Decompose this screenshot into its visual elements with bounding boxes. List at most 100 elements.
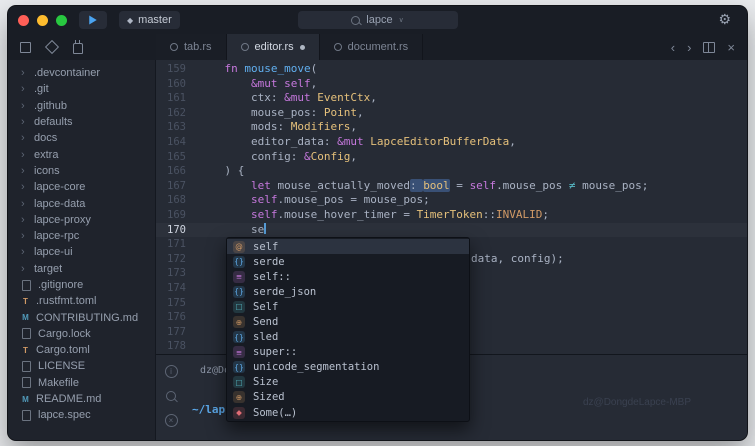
completion-item-Sized[interactable]: ⊕ Sized: [227, 390, 469, 405]
chevron-right-icon: ›: [21, 67, 25, 80]
tree-folder-lapce-core[interactable]: › lapce-core: [8, 179, 155, 195]
lapce-window: ◆ master lapce ∨ ⚙ tab.rs editor.rs docume…: [7, 5, 748, 441]
completion-label: unicode_segmentation: [253, 361, 380, 374]
code-line-168[interactable]: 168 self.mouse_pos = mouse_pos;: [156, 193, 747, 208]
completion-item-Send[interactable]: ⊕ Send: [227, 314, 469, 329]
tab-document.rs[interactable]: document.rs: [319, 34, 424, 60]
split-editor-button[interactable]: [703, 41, 716, 53]
tree-folder-icons[interactable]: › icons: [8, 163, 155, 179]
code-line-169[interactable]: 169 self.mouse_hover_timer = TimerToken:…: [156, 208, 747, 223]
tree-item-label: defaults: [34, 116, 73, 129]
completion-item-self[interactable]: @ self: [227, 239, 469, 255]
tree-file-Makefile[interactable]: Makefile: [8, 375, 155, 391]
navigate-forward-button[interactable]: ›: [687, 40, 691, 55]
tree-folder-lapce-ui[interactable]: › lapce-ui: [8, 244, 155, 260]
tree-folder-docs[interactable]: › docs: [8, 130, 155, 146]
line-number: 176: [167, 311, 186, 324]
completion-item-unicode_segmentation[interactable]: {} unicode_segmentation: [227, 360, 469, 375]
completion-item-super::[interactable]: ≡ super::: [227, 345, 469, 360]
tree-item-label: lapce-ui: [34, 246, 73, 259]
tree-folder-.git[interactable]: › .git: [8, 81, 155, 97]
completion-item-serde_json[interactable]: {} serde_json: [227, 284, 469, 299]
code-line-170[interactable]: 170 se: [156, 222, 747, 238]
tree-file-CONTRIBUTING.md[interactable]: M CONTRIBUTING.md: [8, 309, 155, 325]
line-content: mods: Modifiers,: [250, 120, 357, 134]
code-line-160[interactable]: 160 &mut self,: [156, 77, 747, 92]
tree-folder-lapce-data[interactable]: › lapce-data: [8, 195, 155, 211]
tree-folder-lapce-proxy[interactable]: › lapce-proxy: [8, 212, 155, 228]
completion-label: Size: [253, 376, 279, 389]
code-line-161[interactable]: 161 ctx: &mut EventCtx,: [156, 91, 747, 106]
code-line-167[interactable]: 167 let mouse_actually_moved: bool = sel…: [156, 178, 747, 194]
tree-folder-defaults[interactable]: › defaults: [8, 114, 155, 130]
completion-item-Some(…)[interactable]: ◆ Some(…): [227, 405, 469, 420]
tree-file-README.md[interactable]: M README.md: [8, 391, 155, 407]
line-number: 171: [167, 238, 186, 251]
tab-tab.rs[interactable]: tab.rs: [156, 34, 227, 60]
tree-file-LICENSE[interactable]: LICENSE: [8, 358, 155, 374]
tree-item-label: icons: [34, 164, 60, 177]
tree-folder-.github[interactable]: › .github: [8, 98, 155, 114]
app-logo-button[interactable]: [79, 11, 107, 29]
tree-folder-target[interactable]: › target: [8, 261, 155, 277]
file-explorer-icon[interactable]: [20, 38, 34, 53]
tree-folder-lapce-rpc[interactable]: › lapce-rpc: [8, 228, 155, 244]
toml-file-icon: T: [23, 296, 28, 306]
tree-file-.rustfmt.toml[interactable]: T .rustfmt.toml: [8, 293, 155, 309]
completion-item-serde[interactable]: {} serde: [227, 254, 469, 269]
settings-button[interactable]: ⚙: [712, 10, 737, 29]
tab-label: tab.rs: [184, 41, 212, 53]
tab-label: editor.rs: [254, 41, 294, 53]
code-line-166[interactable]: 166 ) {: [156, 164, 747, 179]
line-number: 174: [167, 281, 186, 294]
close-editor-button[interactable]: ×: [727, 40, 735, 55]
hostname-watermark: dz@DongdeLapce-MBP: [583, 396, 691, 408]
tree-item-label: .rustfmt.toml: [36, 295, 97, 308]
plugin-icon[interactable]: [73, 40, 83, 54]
tab-label: document.rs: [347, 41, 409, 53]
tree-file-Cargo.lock[interactable]: Cargo.lock: [8, 326, 155, 342]
navigate-back-button[interactable]: ‹: [671, 40, 675, 55]
source-control-icon[interactable]: [44, 39, 60, 55]
chevron-right-icon: ›: [21, 230, 25, 243]
tree-item-label: README.md: [36, 393, 102, 406]
tab-editor.rs[interactable]: editor.rs: [226, 34, 320, 60]
tree-file-.gitignore[interactable]: .gitignore: [8, 277, 155, 293]
chevron-right-icon: ›: [21, 99, 25, 112]
zoom-window-button[interactable]: [56, 14, 67, 26]
code-line-163[interactable]: 163 mods: Modifiers,: [156, 120, 747, 135]
completion-item-sled[interactable]: {} sled: [227, 330, 469, 345]
close-circle-icon[interactable]: ×: [164, 413, 178, 427]
completion-item-Size[interactable]: □ Size: [227, 375, 469, 390]
info-circle-icon[interactable]: i: [164, 364, 178, 378]
tree-file-Cargo.toml[interactable]: T Cargo.toml: [8, 342, 155, 358]
tree-item-label: lapce-rpc: [34, 230, 80, 243]
line-content: fn mouse_move(: [224, 62, 318, 75]
completion-label: Sized: [253, 391, 285, 404]
completion-item-self::[interactable]: ≡ self::: [227, 269, 469, 284]
line-number: 173: [167, 267, 186, 280]
branch-button[interactable]: ◆ master: [119, 11, 180, 29]
completion-item-Self[interactable]: □ Self: [227, 299, 469, 314]
tree-folder-extra[interactable]: › extra: [8, 146, 155, 162]
code-line-162[interactable]: 162 mouse_pos: Point,: [156, 106, 747, 121]
tab-actions: ‹ › ×: [671, 34, 747, 60]
code-line-164[interactable]: 164 editor_data: &mut LapceEditorBufferD…: [156, 135, 747, 150]
tree-item-label: lapce-proxy: [34, 213, 91, 226]
line-number: 170: [167, 223, 186, 236]
workspace-search[interactable]: lapce ∨: [297, 11, 458, 29]
tree-file-lapce.spec[interactable]: lapce.spec: [8, 407, 155, 423]
md-file-icon: M: [22, 394, 29, 404]
chevron-right-icon: ›: [21, 83, 25, 96]
line-content: self.mouse_pos = mouse_pos;: [250, 193, 430, 207]
line-number: 159: [167, 63, 186, 75]
code-line-159[interactable]: 159 fn mouse_move(: [156, 62, 747, 77]
line-number: 168: [167, 194, 186, 207]
line-number: 177: [167, 325, 186, 338]
minimize-window-button[interactable]: [37, 14, 48, 26]
code-line-165[interactable]: 165 config: &Config,: [156, 150, 747, 165]
search-circle-icon[interactable]: [166, 390, 176, 401]
tree-folder-.devcontainer[interactable]: › .devcontainer: [8, 65, 155, 81]
struct-icon: □: [233, 376, 245, 389]
close-window-button[interactable]: [18, 14, 29, 26]
